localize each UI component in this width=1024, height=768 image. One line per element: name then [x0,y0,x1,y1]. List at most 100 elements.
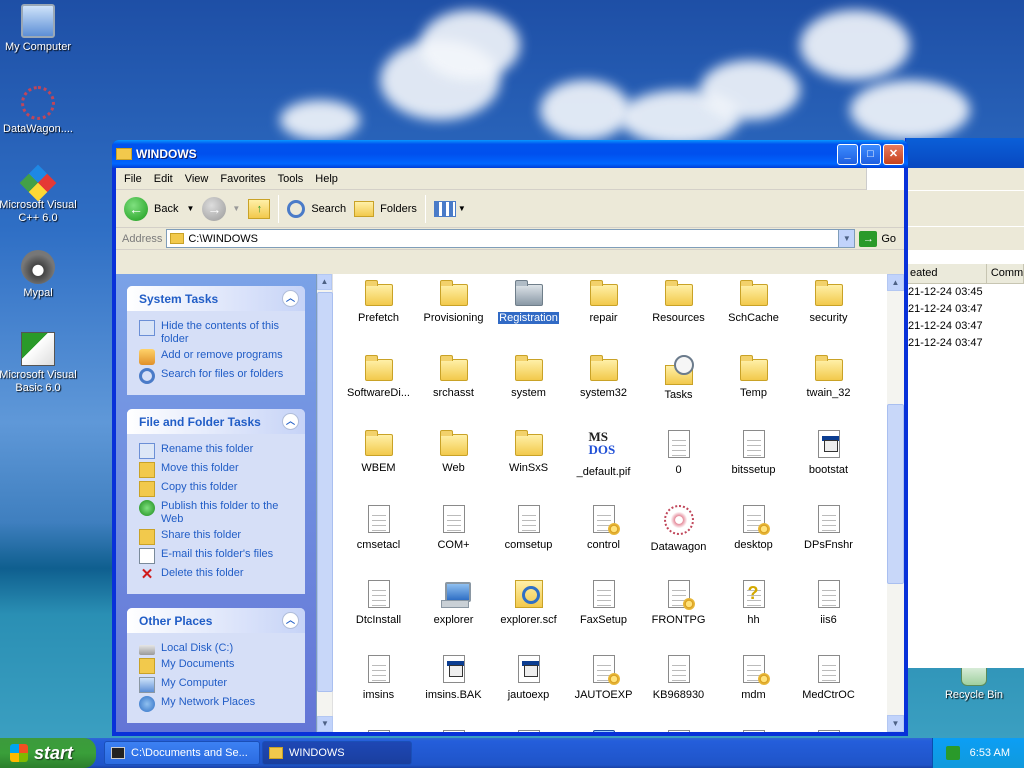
desktop-icon-mypal[interactable]: Mypal [0,250,78,300]
file-item[interactable]: comsetup [491,503,566,578]
go-button[interactable]: → Go [855,230,904,247]
folder-item[interactable]: WinSxS [491,428,566,503]
folder-item[interactable]: system [491,353,566,428]
window-titlebar[interactable]: WINDOWS _ □ ✕ [112,140,908,168]
taskbar-task-windows[interactable]: WINDOWS [262,741,412,765]
task-share-folder[interactable]: Share this folder [139,529,295,545]
scrollbar-thumb[interactable] [317,292,333,692]
taskbar-task-documents[interactable]: C:\Documents and Se... [104,741,260,765]
column-header-created[interactable]: eated [906,264,987,283]
back-button[interactable]: ← Back ▼ [120,193,198,225]
file-item[interactable]: control [566,503,641,578]
file-item[interactable]: explorer [416,578,491,653]
folder-item[interactable]: Prefetch [341,278,416,353]
file-item[interactable]: iis6 [791,578,866,653]
up-folder-button[interactable]: ↑ [244,193,274,225]
scrollbar-thumb[interactable] [887,404,904,584]
folder-item[interactable]: Resources [641,278,716,353]
panel-header[interactable]: File and Folder Tasks ︿ [127,409,305,434]
chevron-down-icon[interactable]: ▼ [186,204,194,213]
collapse-chevron-icon[interactable]: ︿ [282,612,299,629]
task-rename-folder[interactable]: Rename this folder [139,443,295,459]
address-input[interactable]: C:\WINDOWS ▼ [166,229,856,248]
file-item[interactable]: MedCtrOC [791,653,866,728]
task-add-remove-programs[interactable]: Add or remove programs [139,349,295,365]
scroll-up-icon[interactable]: ▲ [887,274,904,291]
close-button[interactable]: ✕ [883,143,904,165]
folder-item[interactable]: twain_32 [791,353,866,428]
file-item[interactable]: KB968930 [641,653,716,728]
background-window[interactable]: eated Comm 21-12-24 03:45 21-12-24 03:47… [905,138,1024,668]
file-item[interactable]: DPsFnshr [791,503,866,578]
desktop-icon-datawagon[interactable]: DataWagon.... [0,86,78,136]
task-email-files[interactable]: E-mail this folder's files [139,548,295,564]
file-item[interactable] [791,728,866,732]
file-item[interactable]: bitssetup [716,428,791,503]
place-my-computer[interactable]: My Computer [139,677,295,693]
list-item[interactable]: 21-12-24 03:47 [906,301,1024,318]
folder-item[interactable]: WBEM [341,428,416,503]
folder-item[interactable]: repair [566,278,641,353]
address-dropdown-button[interactable]: ▼ [838,230,855,247]
column-header-comment[interactable]: Comm [987,264,1024,283]
task-search-files[interactable]: Search for files or folders [139,368,295,384]
folder-item[interactable]: system32 [566,353,641,428]
list-item[interactable]: 21-12-24 03:47 [906,335,1024,352]
menu-edit[interactable]: Edit [148,173,179,185]
folder-item[interactable]: Web [416,428,491,503]
file-item[interactable]: FaxSetup [566,578,641,653]
file-item[interactable] [416,728,491,732]
file-item[interactable] [491,728,566,732]
scroll-up-icon[interactable]: ▲ [317,274,332,290]
file-item[interactable]: FRONTPG [641,578,716,653]
task-hide-contents[interactable]: Hide the contents of this folder [139,320,295,346]
place-my-network-places[interactable]: My Network Places [139,696,295,712]
file-item[interactable]: jautoexp [491,653,566,728]
file-item[interactable]: Datawagon [641,503,716,578]
file-item[interactable] [566,728,641,732]
folder-item[interactable]: Temp [716,353,791,428]
background-window-titlebar[interactable] [906,138,1024,168]
folder-item[interactable]: Tasks [641,353,716,428]
menu-help[interactable]: Help [309,173,344,185]
search-button[interactable]: Search [283,193,350,225]
menu-favorites[interactable]: Favorites [214,173,271,185]
file-item[interactable] [341,728,416,732]
list-item[interactable]: 21-12-24 03:45 [906,284,1024,301]
menu-tools[interactable]: Tools [272,173,310,185]
collapse-chevron-icon[interactable]: ︿ [282,290,299,307]
task-publish-web[interactable]: Publish this folder to the Web [139,500,295,526]
file-item[interactable]: mdm [716,653,791,728]
file-item[interactable]: DtcInstall [341,578,416,653]
minimize-button[interactable]: _ [837,143,858,165]
place-local-disk[interactable]: Local Disk (C:) [139,642,295,655]
folders-button[interactable]: Folders [350,193,421,225]
file-item[interactable]: cmsetacl [341,503,416,578]
panel-header[interactable]: System Tasks ︿ [127,286,305,311]
task-copy-folder[interactable]: Copy this folder [139,481,295,497]
menu-file[interactable]: File [118,173,148,185]
file-item[interactable]: desktop [716,503,791,578]
forward-button[interactable]: → ▼ [198,193,244,225]
file-item[interactable]: bootstat [791,428,866,503]
maximize-button[interactable]: □ [860,143,881,165]
vertical-scrollbar[interactable]: ▲ ▼ [887,274,904,732]
views-button[interactable]: ▼ [430,193,470,225]
folder-item[interactable]: Registration [491,278,566,353]
file-item[interactable]: JAUTOEXP [566,653,641,728]
desktop-icon-visual-basic[interactable]: Microsoft Visual Basic 6.0 [0,332,78,395]
tray-status-icon[interactable] [945,746,960,760]
collapse-chevron-icon[interactable]: ︿ [282,413,299,430]
folder-item[interactable]: srchasst [416,353,491,428]
clock[interactable]: 6:53 AM [970,747,1010,759]
task-delete-folder[interactable]: ✕ Delete this folder [139,567,295,583]
file-item[interactable] [641,728,716,732]
menu-view[interactable]: View [179,173,215,185]
folder-item[interactable]: SoftwareDi... [341,353,416,428]
file-item[interactable]: MS DOS _default.pif [566,428,641,503]
scroll-down-icon[interactable]: ▼ [887,715,904,732]
folder-item[interactable]: SchCache [716,278,791,353]
file-item[interactable] [716,728,791,732]
folder-item[interactable]: Provisioning [416,278,491,353]
file-item[interactable]: hh [716,578,791,653]
